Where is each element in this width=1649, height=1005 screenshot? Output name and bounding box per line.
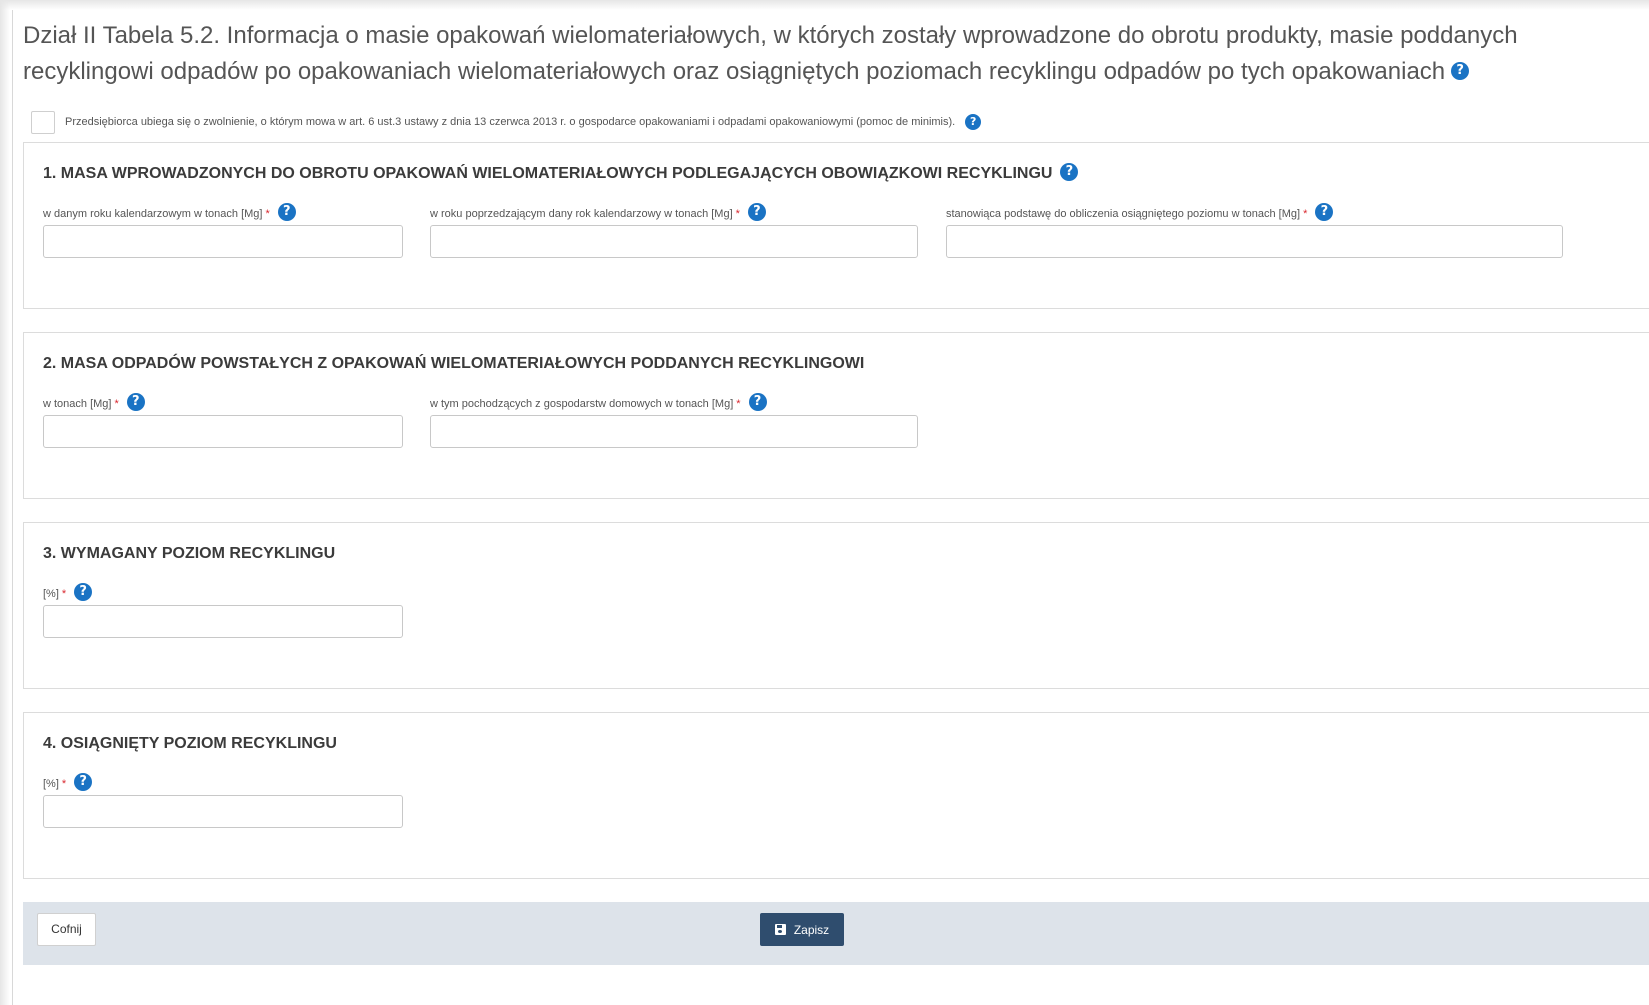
- left-edge-shadow: [0, 0, 10, 1005]
- section-title: 1. MASA WPROWADZONYCH DO OBROTU OPAKOWAŃ…: [43, 163, 1079, 183]
- save-button-label: Zapisz: [793, 922, 830, 937]
- required-level-input[interactable]: [43, 605, 403, 638]
- section-title-text: 1. MASA WPROWADZONYCH DO OBROTU OPAKOWAŃ…: [43, 165, 1053, 183]
- back-button[interactable]: Cofnij: [37, 913, 96, 946]
- section-title-text: 3. WYMAGANY POZIOM RECYKLINGU: [43, 545, 336, 562]
- section-title: 4. OSIĄGNIĘTY POZIOM RECYKLINGU: [43, 735, 337, 753]
- form-panel: Dział II Tabela 5.2. Informacja o masie …: [12, 10, 1649, 1005]
- save-button[interactable]: Zapisz: [760, 913, 844, 946]
- required-mark: *: [61, 777, 67, 790]
- required-mark: *: [61, 587, 67, 600]
- field-label: [%] *?: [43, 773, 93, 793]
- mass-recycled-households-input[interactable]: [430, 415, 918, 448]
- field-label: stanowiąca podstawę do obliczenia osiągn…: [946, 203, 1334, 223]
- help-icon[interactable]: ?: [748, 393, 767, 411]
- section-title-text: 2. MASA ODPADÓW POWSTAŁYCH Z OPAKOWAŃ WI…: [43, 355, 865, 372]
- help-icon[interactable]: ?: [1060, 163, 1079, 181]
- field-label-text: w danym roku kalendarzowym w tonach [Mg]: [43, 207, 263, 220]
- mass-current-year-input[interactable]: [43, 225, 403, 258]
- deminimis-label: Przedsiębiorca ubiega się o zwolnienie, …: [65, 116, 956, 128]
- help-icon[interactable]: ?: [74, 583, 93, 601]
- field-label-text: stanowiąca podstawę do obliczenia osiągn…: [946, 207, 1301, 220]
- help-icon[interactable]: ?: [965, 114, 982, 130]
- section-title-text: 4. OSIĄGNIĘTY POZIOM RECYKLINGU: [43, 735, 337, 752]
- page-title-text: Dział II Tabela 5.2. Informacja o masie …: [23, 22, 1518, 85]
- page-title: Dział II Tabela 5.2. Informacja o masie …: [23, 18, 1613, 90]
- required-mark: *: [736, 397, 741, 410]
- section-title: 2. MASA ODPADÓW POWSTAŁYCH Z OPAKOWAŃ WI…: [43, 355, 864, 373]
- help-icon[interactable]: ?: [1451, 61, 1470, 80]
- required-mark: *: [1303, 207, 1308, 220]
- required-mark: *: [114, 397, 119, 410]
- section-mass-introduced: 1. MASA WPROWADZONYCH DO OBROTU OPAKOWAŃ…: [23, 142, 1649, 309]
- floppy-disk-icon: [774, 924, 786, 935]
- help-icon[interactable]: ?: [747, 203, 766, 221]
- top-edge-shadow: [0, 0, 1649, 10]
- field-label: w roku poprzedzającym dany rok kalendarz…: [430, 203, 766, 223]
- deminimis-checkbox[interactable]: [31, 110, 55, 134]
- field-label-text: w tym pochodzących z gospodarstw domowyc…: [430, 397, 734, 410]
- field-label-text: w tonach [Mg]: [43, 397, 112, 410]
- mass-basis-input[interactable]: [946, 225, 1563, 258]
- help-icon[interactable]: ?: [277, 203, 296, 221]
- required-mark: *: [265, 207, 270, 220]
- help-icon[interactable]: ?: [126, 393, 145, 411]
- field-label-text: w roku poprzedzającym dany rok kalendarz…: [430, 207, 733, 220]
- help-icon[interactable]: ?: [1315, 203, 1334, 221]
- section-required-level: 3. WYMAGANY POZIOM RECYKLINGU [%] *?: [23, 522, 1649, 689]
- field-label: w danym roku kalendarzowym w tonach [Mg]…: [43, 203, 296, 223]
- deminimis-row: Przedsiębiorca ubiega się o zwolnienie, …: [31, 110, 982, 134]
- section-mass-recycled: 2. MASA ODPADÓW POWSTAŁYCH Z OPAKOWAŃ WI…: [23, 332, 1649, 499]
- mass-previous-year-input[interactable]: [430, 225, 918, 258]
- section-title: 3. WYMAGANY POZIOM RECYKLINGU: [43, 545, 335, 563]
- field-label-text: [%]: [43, 777, 59, 790]
- field-label-text: [%]: [43, 587, 59, 600]
- achieved-level-input[interactable]: [43, 795, 403, 828]
- required-mark: *: [735, 207, 740, 220]
- mass-recycled-input[interactable]: [43, 415, 403, 448]
- help-icon[interactable]: ?: [74, 773, 93, 791]
- form-footer: Cofnij Zapisz: [23, 902, 1649, 965]
- field-label: w tym pochodzących z gospodarstw domowyc…: [430, 393, 767, 413]
- field-label: [%] *?: [43, 583, 93, 603]
- field-label: w tonach [Mg] *?: [43, 393, 145, 413]
- section-achieved-level: 4. OSIĄGNIĘTY POZIOM RECYKLINGU [%] *?: [23, 712, 1649, 879]
